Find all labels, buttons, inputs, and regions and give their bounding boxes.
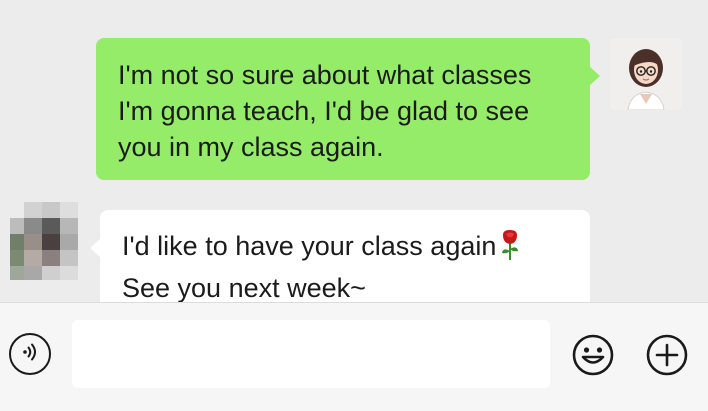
smiley-icon bbox=[572, 334, 614, 376]
message-list[interactable]: I'm not so sure about what classes I'm g… bbox=[0, 0, 708, 313]
bubble-tail bbox=[90, 238, 101, 258]
voice-button[interactable] bbox=[9, 333, 51, 375]
cartoon-avatar-image bbox=[610, 38, 682, 110]
message-line: See you next week~ bbox=[122, 273, 366, 303]
incoming-message-bubble[interactable]: I'd like to have your class again See yo… bbox=[90, 210, 590, 310]
input-bar bbox=[0, 302, 708, 411]
blurred-avatar-image bbox=[10, 200, 82, 280]
outgoing-message-bubble[interactable]: I'm not so sure about what classes I'm g… bbox=[96, 38, 600, 180]
message-input[interactable] bbox=[72, 320, 550, 388]
message-line: I'd like to have your class again bbox=[122, 231, 497, 261]
message-line: I'm not so sure about what classes bbox=[118, 60, 532, 90]
message-line: you in my class again. bbox=[118, 132, 384, 162]
message-line: I'm gonna teach, I'd be glad to see bbox=[118, 96, 530, 126]
more-options-button[interactable] bbox=[645, 333, 689, 377]
voice-icon bbox=[19, 341, 41, 368]
emoji-button[interactable] bbox=[571, 333, 615, 377]
message-line-with-emoji: I'd like to have your class again bbox=[122, 228, 570, 270]
chat-screen: I'm not so sure about what classes I'm g… bbox=[0, 0, 708, 411]
plus-icon bbox=[646, 334, 688, 376]
my-avatar[interactable] bbox=[610, 38, 682, 110]
rose-icon bbox=[499, 229, 521, 270]
contact-avatar[interactable] bbox=[10, 200, 82, 280]
bubble-tail bbox=[589, 66, 600, 86]
